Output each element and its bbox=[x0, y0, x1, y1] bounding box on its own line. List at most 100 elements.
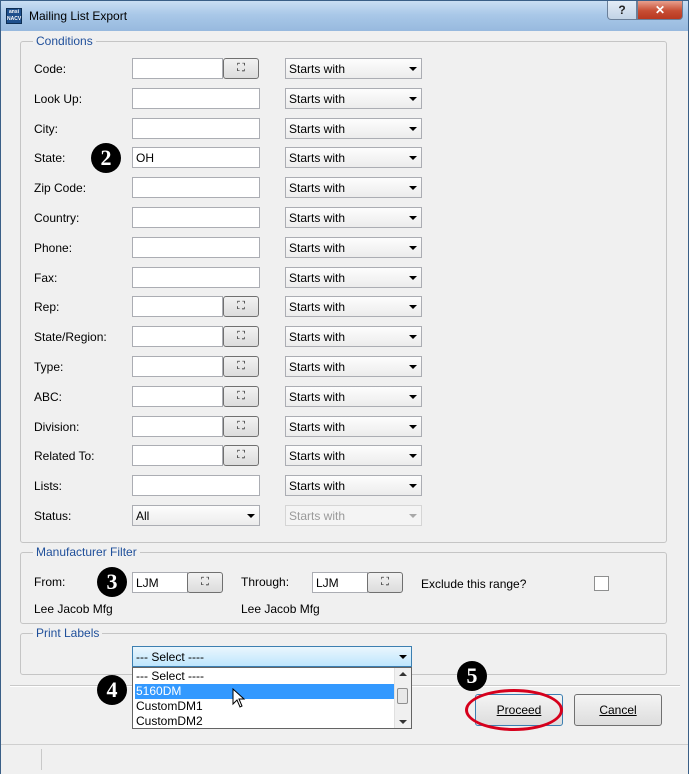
condition-operator-select[interactable]: Starts with bbox=[285, 475, 422, 496]
condition-operator-value: Starts with bbox=[289, 420, 346, 434]
scroll-up-icon[interactable] bbox=[399, 672, 407, 676]
step-callout-4: 4 bbox=[97, 675, 127, 705]
chevron-down-icon bbox=[409, 246, 417, 250]
condition-input[interactable] bbox=[132, 267, 260, 288]
chevron-down-icon bbox=[409, 395, 417, 399]
status-value: All bbox=[136, 509, 150, 523]
chevron-down-icon bbox=[409, 484, 417, 488]
condition-input[interactable] bbox=[132, 88, 260, 109]
condition-operator-select[interactable]: Starts with bbox=[285, 296, 422, 317]
binoculars-icon[interactable]: ⛶ bbox=[223, 356, 259, 377]
from-name: Lee Jacob Mfg bbox=[34, 602, 113, 616]
condition-input[interactable] bbox=[132, 296, 223, 317]
condition-label: Phone: bbox=[34, 241, 73, 255]
through-name: Lee Jacob Mfg bbox=[241, 602, 320, 616]
condition-label: ABC: bbox=[34, 390, 63, 404]
condition-label: Lists: bbox=[34, 479, 63, 493]
dropdown-option-highlighted[interactable]: 5160DM bbox=[135, 684, 395, 699]
manufacturer-filter-legend: Manufacturer Filter bbox=[33, 545, 140, 559]
chevron-down-icon bbox=[409, 425, 417, 429]
condition-operator-select[interactable]: Starts with bbox=[285, 386, 422, 407]
chevron-down-icon bbox=[409, 365, 417, 369]
condition-input[interactable] bbox=[132, 356, 223, 377]
binoculars-icon[interactable]: ⛶ bbox=[223, 386, 259, 407]
chevron-down-icon bbox=[409, 216, 417, 220]
condition-label: State: bbox=[34, 151, 66, 165]
close-icon[interactable]: ✕ bbox=[637, 1, 683, 20]
help-icon[interactable]: ? bbox=[607, 1, 637, 20]
status-select[interactable]: All bbox=[132, 505, 260, 526]
condition-operator-select[interactable]: Starts with bbox=[285, 356, 422, 377]
condition-operator-value: Starts with bbox=[289, 241, 346, 255]
chevron-down-icon bbox=[399, 655, 407, 659]
proceed-highlight-ring bbox=[465, 689, 563, 731]
binoculars-icon[interactable]: ⛶ bbox=[223, 296, 259, 317]
condition-operator-select[interactable]: Starts with bbox=[285, 416, 422, 437]
dropdown-option[interactable]: --- Select ---- bbox=[135, 669, 395, 684]
binoculars-icon[interactable]: ⛶ bbox=[223, 58, 259, 79]
condition-label: Fax: bbox=[34, 271, 58, 285]
print-labels-legend: Print Labels bbox=[33, 626, 103, 640]
condition-input[interactable] bbox=[132, 475, 260, 496]
chevron-down-icon bbox=[409, 335, 417, 339]
condition-operator-select[interactable]: Starts with bbox=[285, 267, 422, 288]
condition-operator-select[interactable]: Starts with bbox=[285, 207, 422, 228]
condition-operator-select[interactable]: Starts with bbox=[285, 445, 422, 466]
dropdown-option[interactable]: CustomDM2 bbox=[135, 714, 395, 729]
cancel-button[interactable]: Cancel bbox=[574, 694, 662, 726]
condition-operator-value: Starts with bbox=[289, 479, 346, 493]
condition-label: Division: bbox=[34, 420, 80, 434]
cancel-label: Cancel bbox=[599, 703, 637, 717]
chevron-down-icon bbox=[247, 514, 255, 518]
chevron-down-icon bbox=[409, 514, 417, 518]
condition-operator-select[interactable]: Starts with bbox=[285, 177, 422, 198]
through-input[interactable] bbox=[312, 572, 368, 593]
condition-operator-select[interactable]: Starts with bbox=[285, 58, 422, 79]
through-find-icon[interactable]: ⛶ bbox=[367, 572, 403, 593]
scroll-thumb[interactable] bbox=[397, 688, 408, 704]
condition-label: Look Up: bbox=[34, 92, 83, 106]
binoculars-icon[interactable]: ⛶ bbox=[223, 326, 259, 347]
condition-input[interactable] bbox=[132, 207, 260, 228]
condition-operator-select[interactable]: Starts with bbox=[285, 237, 422, 258]
print-labels-select[interactable]: --- Select ---- bbox=[132, 646, 412, 667]
from-input[interactable] bbox=[132, 572, 188, 593]
condition-input[interactable] bbox=[132, 147, 260, 168]
chevron-down-icon bbox=[409, 97, 417, 101]
condition-input[interactable] bbox=[132, 177, 260, 198]
binoculars-icon[interactable]: ⛶ bbox=[223, 445, 259, 466]
condition-label: Related To: bbox=[34, 449, 95, 463]
step-callout-3: 3 bbox=[97, 567, 127, 597]
status-operator-value: Starts with bbox=[289, 509, 346, 523]
condition-label: Country: bbox=[34, 211, 80, 225]
condition-operator-select[interactable]: Starts with bbox=[285, 118, 422, 139]
from-find-icon[interactable]: ⛶ bbox=[187, 572, 223, 593]
chevron-down-icon bbox=[409, 186, 417, 190]
condition-operator-select[interactable]: Starts with bbox=[285, 147, 422, 168]
condition-operator-value: Starts with bbox=[289, 390, 346, 404]
condition-input[interactable] bbox=[132, 386, 223, 407]
status-panel bbox=[41, 749, 682, 770]
condition-label: Zip Code: bbox=[34, 181, 87, 195]
condition-input[interactable] bbox=[132, 118, 260, 139]
conditions-group: Conditions bbox=[20, 34, 667, 543]
condition-operator-value: Starts with bbox=[289, 62, 346, 76]
title-bar[interactable]: ansi NACV Mailing List Export ? ✕ bbox=[1, 1, 688, 31]
condition-operator-select[interactable]: Starts with bbox=[285, 326, 422, 347]
scroll-down-icon[interactable] bbox=[399, 720, 407, 724]
binoculars-icon[interactable]: ⛶ bbox=[223, 416, 259, 437]
chevron-down-icon bbox=[409, 156, 417, 160]
condition-operator-select[interactable]: Starts with bbox=[285, 88, 422, 109]
step-callout-2: 2 bbox=[91, 143, 121, 173]
print-labels-dropdown-list[interactable]: --- Select ---- 5160DM CustomDM1 CustomD… bbox=[132, 667, 412, 729]
condition-input[interactable] bbox=[132, 58, 223, 79]
exclude-range-checkbox[interactable] bbox=[594, 576, 609, 591]
dropdown-option[interactable]: CustomDM1 bbox=[135, 699, 395, 714]
condition-input[interactable] bbox=[132, 445, 223, 466]
condition-input[interactable] bbox=[132, 237, 260, 258]
condition-input[interactable] bbox=[132, 326, 223, 347]
condition-input[interactable] bbox=[132, 416, 223, 437]
chevron-down-icon bbox=[409, 67, 417, 71]
chevron-down-icon bbox=[409, 127, 417, 131]
dropdown-scrollbar[interactable] bbox=[394, 668, 411, 728]
